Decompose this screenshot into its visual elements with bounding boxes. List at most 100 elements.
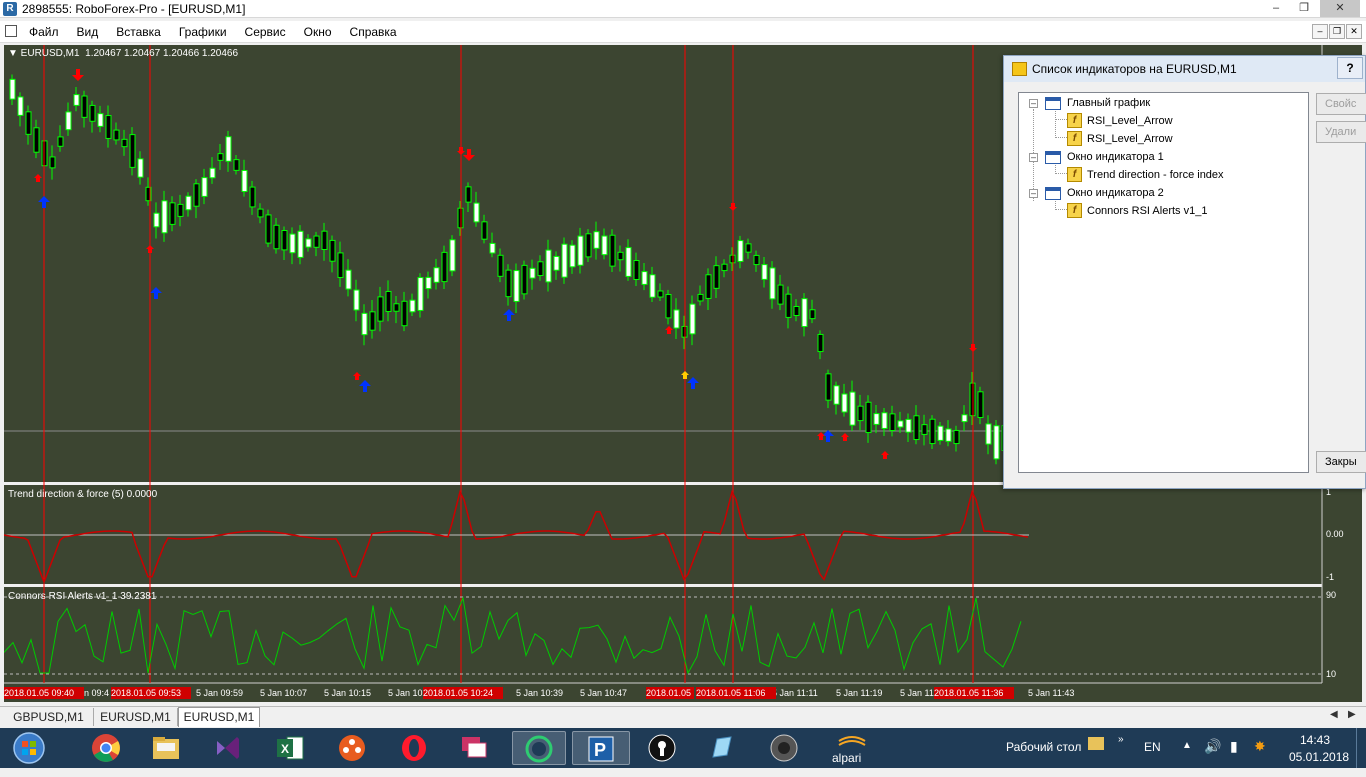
candle-body	[593, 231, 600, 249]
menu-file[interactable]: Файл	[20, 24, 68, 40]
close-dialog-button[interactable]: Закры	[1316, 451, 1366, 473]
candle-body	[705, 274, 712, 299]
candle-body	[537, 261, 544, 277]
delete-button[interactable]: Удали	[1316, 121, 1366, 143]
help-button[interactable]: ?	[1337, 57, 1363, 79]
candle-body	[905, 418, 912, 433]
candle-body	[393, 303, 400, 312]
close-button[interactable]: ✕	[1320, 0, 1360, 17]
collapse-indicator-window-2[interactable]: –	[1029, 189, 1038, 198]
mdi-restore-button[interactable]: ❐	[1329, 24, 1345, 39]
candle-body	[129, 134, 136, 168]
keyhole-icon[interactable]	[640, 731, 684, 765]
tree-node-indicator-window-1[interactable]: Окно индикатора 1	[1067, 149, 1164, 165]
tree-node-main-chart[interactable]: Главный график	[1067, 95, 1150, 111]
candle-body	[529, 267, 536, 279]
pen-tool-icon[interactable]	[700, 731, 744, 765]
media-player-icon[interactable]	[330, 731, 374, 765]
candle-body	[793, 306, 800, 316]
network-icon[interactable]: ▮	[1230, 738, 1238, 755]
tree-node-rsi-level-arrow-2[interactable]: RSI_Level_Arrow	[1087, 131, 1173, 147]
candle-body	[449, 239, 456, 272]
candle-body	[297, 230, 304, 258]
collapse-main-chart[interactable]: –	[1029, 99, 1038, 108]
mdi-close-button[interactable]: ✕	[1346, 24, 1362, 39]
mdi-minimize-button[interactable]: –	[1312, 24, 1328, 39]
chrome-icon[interactable]	[84, 731, 128, 765]
candle-body	[441, 251, 448, 283]
alpari-icon[interactable]: alpari	[824, 731, 880, 765]
tree-node-trend-direction[interactable]: Trend direction - force index	[1087, 167, 1224, 183]
tree-node-connors-rsi[interactable]: Connors RSI Alerts v1_1	[1087, 203, 1207, 219]
speaker-app-icon[interactable]	[762, 731, 806, 765]
candle-body	[657, 290, 664, 298]
time-label-1047: 5 Jan 10:47	[580, 688, 628, 698]
show-desktop-button[interactable]	[1356, 728, 1366, 768]
chart-header: ▼ EURUSD,M1 1.20467 1.20467 1.20466 1.20…	[8, 48, 239, 59]
tab-eurusd-m1-active[interactable]: EURUSD,M1	[178, 707, 260, 727]
minimize-button[interactable]: –	[1264, 0, 1288, 17]
indicator1-label: Trend direction & force (5) 0.0000	[8, 489, 158, 500]
candle-body	[233, 159, 240, 171]
tab-eurusd-m1[interactable]: EURUSD,M1	[94, 708, 178, 726]
remote-desktop-icon[interactable]	[452, 731, 496, 765]
maximize-button[interactable]: ❐	[1292, 0, 1316, 17]
language-indicator[interactable]: EN	[1144, 740, 1161, 754]
show-hidden-icons-icon[interactable]: ▲	[1182, 740, 1192, 751]
menu-window[interactable]: Окно	[295, 24, 341, 40]
properties-button[interactable]: Свойс	[1316, 93, 1366, 115]
menu-tools[interactable]: Сервис	[236, 24, 295, 40]
clock-date[interactable]: 05.01.2018	[1289, 750, 1349, 764]
tree-node-indicator-window-2[interactable]: Окно индикатора 2	[1067, 185, 1164, 201]
candle-body	[545, 249, 552, 283]
volume-icon[interactable]: 🔊	[1204, 738, 1221, 755]
candle-body	[345, 269, 352, 290]
opera-icon[interactable]	[392, 731, 436, 765]
candle-body	[193, 183, 200, 207]
notification-icon[interactable]: ✸	[1254, 738, 1266, 755]
candle-body	[609, 234, 616, 267]
file-explorer-icon[interactable]	[144, 731, 188, 765]
tab-scroll-left-icon[interactable]: ◀	[1330, 709, 1338, 720]
ind2-level-10: 10	[1326, 669, 1337, 679]
toolbar-expand-icon[interactable]: »	[1118, 734, 1124, 745]
desktop-toolbar-label[interactable]: Рабочий стол	[1006, 740, 1081, 754]
candle-body	[97, 113, 104, 127]
indicator-list-dialog[interactable]: Список индикаторов на EURUSD,M1 ? – Глав…	[1003, 55, 1366, 489]
folder-tray-icon[interactable]	[1088, 737, 1104, 750]
menu-help[interactable]: Справка	[341, 24, 406, 40]
candle-body	[713, 265, 720, 289]
candle-body	[897, 420, 904, 428]
candle-body	[873, 413, 880, 425]
menu-view[interactable]: Вид	[68, 24, 108, 40]
candle-body	[305, 238, 312, 248]
excel-icon[interactable]: X	[268, 731, 312, 765]
indicator-tree[interactable]: – Главный график f RSI_Level_Arrow f RSI…	[1018, 92, 1309, 473]
menu-insert[interactable]: Вставка	[107, 24, 170, 40]
menu-charts[interactable]: Графики	[170, 24, 236, 40]
windows-start-icon[interactable]	[2, 731, 56, 765]
app-circle-icon[interactable]	[512, 731, 566, 765]
collapse-indicator-window-1[interactable]: –	[1029, 153, 1038, 162]
menu-bar: Файл Вид Вставка Графики Сервис Окно Спр…	[0, 21, 1366, 43]
candle-body	[169, 202, 176, 225]
dialog-titlebar[interactable]: Список индикаторов на EURUSD,M1 ?	[1004, 56, 1365, 82]
visual-studio-icon[interactable]	[206, 731, 250, 765]
tab-gbpusd-m1[interactable]: GBPUSD,M1	[4, 708, 94, 726]
candle-body	[601, 235, 608, 256]
candle-body	[721, 263, 728, 272]
candle-body	[641, 271, 648, 285]
candle-body	[625, 247, 632, 277]
tab-scroll-right-icon[interactable]: ▶	[1348, 709, 1356, 720]
candle-body	[265, 214, 272, 244]
tree-node-rsi-level-arrow-1[interactable]: RSI_Level_Arrow	[1087, 113, 1173, 129]
candle-body	[241, 169, 248, 193]
time-highlight-2: 2018.01.05 09:53	[111, 687, 191, 699]
roboforex-taskbar-icon[interactable]: P	[572, 731, 630, 765]
candle-body	[921, 424, 928, 435]
candle-body	[249, 186, 256, 208]
candle-body	[225, 136, 232, 162]
candle-body	[417, 277, 424, 311]
candle-body	[881, 412, 888, 429]
clock-time[interactable]: 14:43	[1300, 733, 1330, 747]
